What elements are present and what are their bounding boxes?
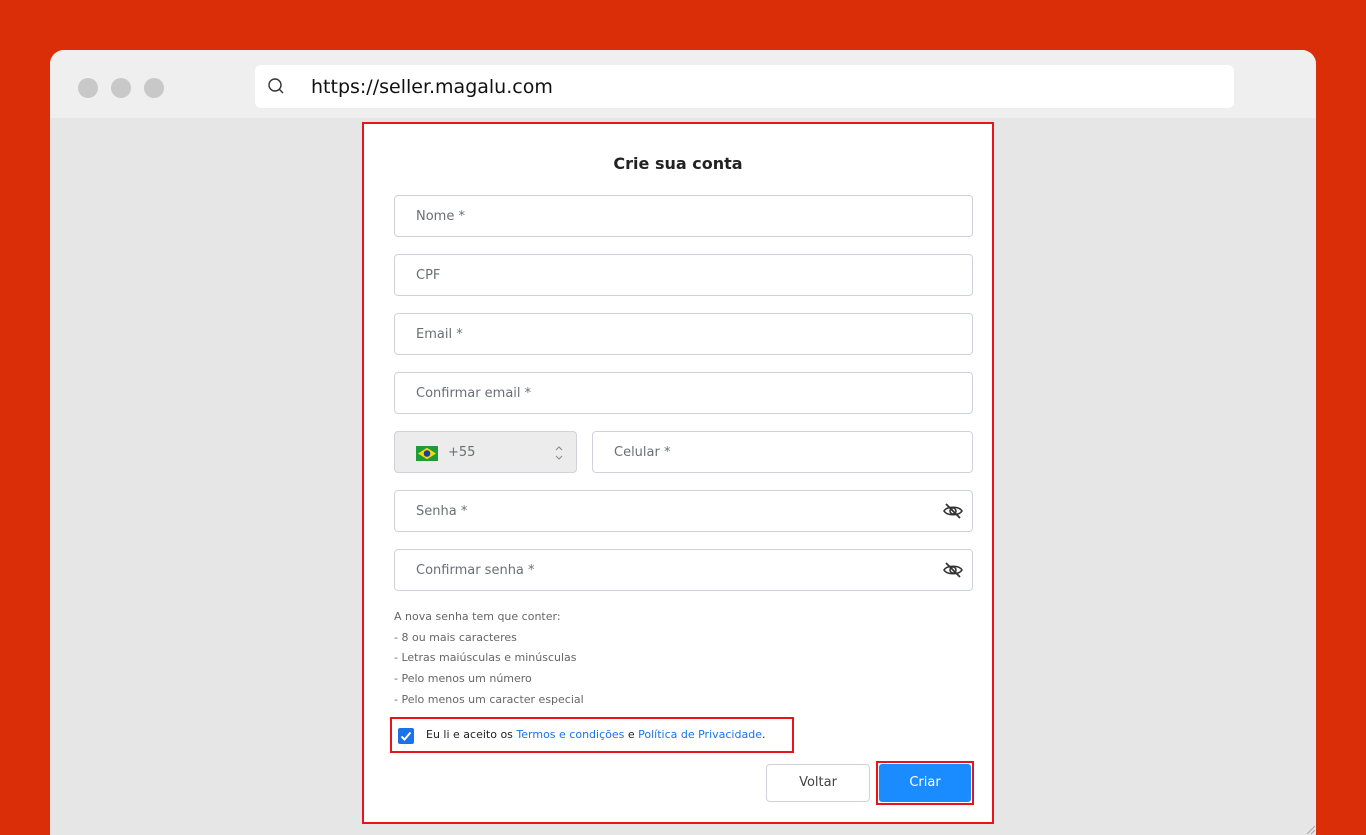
confirm-email-placeholder: Confirmar email * xyxy=(416,386,532,401)
create-button-highlight: Criar xyxy=(876,761,974,805)
password-placeholder: Senha * xyxy=(416,504,468,519)
terms-middle: e xyxy=(624,728,639,741)
terms-suffix: . xyxy=(761,728,766,741)
password-input[interactable]: Senha * xyxy=(394,490,973,532)
password-rule-item: - Letras maiúsculas e minúsculas xyxy=(394,651,577,665)
brazil-flag-icon xyxy=(416,446,438,461)
terms-checkbox[interactable] xyxy=(398,728,414,744)
window-control-maximize[interactable] xyxy=(144,78,164,98)
page-title: Crie sua conta xyxy=(613,154,743,173)
browser-titlebar: https://seller.magalu.com xyxy=(50,50,1316,118)
password-rule-item: - Pelo menos um número xyxy=(394,672,532,686)
password-rule-item: - Pelo menos um caracter especial xyxy=(394,692,584,706)
phone-input[interactable]: Celular * xyxy=(592,431,973,473)
country-code-select[interactable]: +55 xyxy=(394,431,577,473)
page-content: Crie sua conta Nome * CPF Email * Confir… xyxy=(50,118,1316,835)
password-rule-item: - 8 ou mais caracteres xyxy=(394,630,517,644)
url-text: https://seller.magalu.com xyxy=(311,76,553,98)
name-placeholder: Nome * xyxy=(416,209,465,224)
browser-window: https://seller.magalu.com Crie sua conta… xyxy=(50,50,1316,835)
password-rules: A nova senha tem que conter: - 8 ou mais… xyxy=(394,607,584,711)
signup-card: Crie sua conta Nome * CPF Email * Confir… xyxy=(362,122,994,824)
terms-prefix: Eu li e aceito os xyxy=(426,728,517,741)
chevron-updown-icon xyxy=(555,446,563,460)
country-code-value: +55 xyxy=(448,445,476,460)
eye-slash-icon[interactable] xyxy=(942,501,964,521)
phone-placeholder: Celular * xyxy=(614,445,671,460)
cpf-input[interactable]: CPF xyxy=(394,254,973,296)
confirm-password-input[interactable]: Confirmar senha * xyxy=(394,549,973,591)
window-control-minimize[interactable] xyxy=(111,78,131,98)
terms-label: Eu li e aceito os Termos e condições e P… xyxy=(426,728,765,741)
confirm-password-placeholder: Confirmar senha * xyxy=(416,563,535,578)
terms-highlight: Eu li e aceito os Termos e condições e P… xyxy=(390,717,794,753)
terms-link[interactable]: Termos e condições xyxy=(516,728,624,741)
email-placeholder: Email * xyxy=(416,327,463,342)
address-bar[interactable]: https://seller.magalu.com xyxy=(255,65,1234,108)
eye-slash-icon[interactable] xyxy=(942,560,964,580)
confirm-email-input[interactable]: Confirmar email * xyxy=(394,372,973,414)
checkmark-icon xyxy=(400,731,412,741)
window-control-close[interactable] xyxy=(78,78,98,98)
back-button[interactable]: Voltar xyxy=(766,764,870,802)
cpf-placeholder: CPF xyxy=(416,268,441,283)
privacy-link[interactable]: Política de Privacidade xyxy=(638,728,762,741)
create-button[interactable]: Criar xyxy=(879,764,971,802)
search-icon xyxy=(268,78,284,94)
email-input[interactable]: Email * xyxy=(394,313,973,355)
resize-handle-icon[interactable] xyxy=(1304,823,1316,835)
name-input[interactable]: Nome * xyxy=(394,195,973,237)
password-rules-heading: A nova senha tem que conter: xyxy=(394,610,561,623)
